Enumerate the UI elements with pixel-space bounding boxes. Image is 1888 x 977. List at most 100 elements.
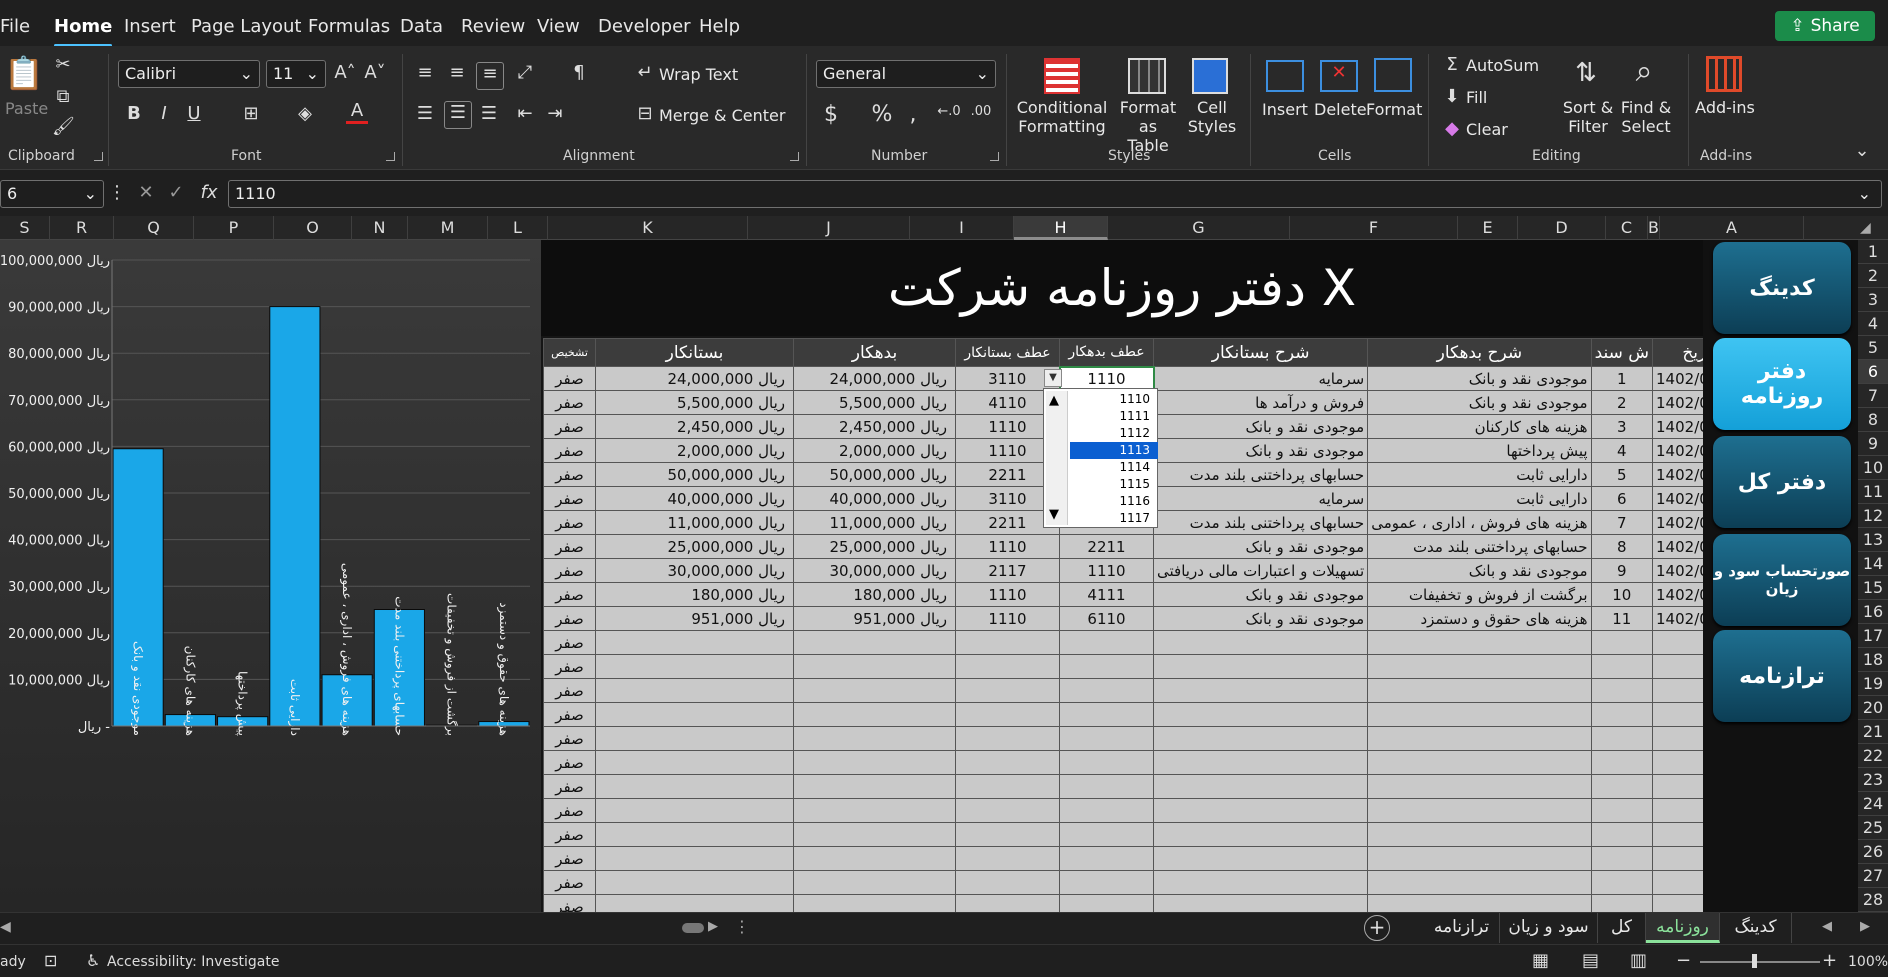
cell-sharh-bedehkar[interactable] [1367,678,1592,703]
dropdown-option[interactable]: 1111 [1070,408,1158,425]
italic-icon[interactable]: I [154,103,174,124]
header-atf-bedehkar[interactable]: عطف بدهکار [1059,338,1154,367]
cell-tashkhis[interactable]: صفر [543,726,596,751]
cell-atf-bedehkar[interactable] [1059,702,1154,727]
column-header-d[interactable]: D [1518,216,1606,240]
cell-atf-bedehkar[interactable]: 1110 [1059,558,1154,583]
column-header-i[interactable]: I [910,216,1014,240]
row-header[interactable]: 22 [1858,744,1888,768]
cell-sanad[interactable] [1590,870,1654,895]
row-header[interactable]: 4 [1858,312,1888,336]
cell-sharh-bedehkar[interactable]: دارایی ثابت [1367,486,1592,511]
cell-sharh-bedehkar[interactable] [1367,750,1592,775]
dropdown-option[interactable]: 1112 [1070,425,1158,442]
cell-sharh-bestankar[interactable]: فروش و درآمد ها [1152,390,1369,415]
row-header[interactable]: 6 [1858,360,1888,384]
cell-sanad[interactable]: 8 [1590,534,1654,559]
cell-tashkhis[interactable]: صفر [543,582,596,607]
cell-sanad[interactable]: 3 [1590,414,1654,439]
cell-bedehkar[interactable]: ریال 30,000,000 [793,558,956,583]
fill-button[interactable]: Fill [1466,88,1487,107]
cell-sanad[interactable]: 4 [1590,438,1654,463]
cell-tashkhis[interactable]: صفر [543,438,596,463]
cell-bestankar[interactable] [595,798,794,823]
cell-atf-bestankar[interactable] [955,630,1060,655]
cell-bedehkar[interactable]: ریال 50,000,000 [793,462,956,487]
zoom-level[interactable]: 100% [1848,954,1888,970]
format-painter-icon[interactable]: 🖌 [52,116,75,137]
cell-bestankar[interactable]: ریال 40,000,000 [595,486,794,511]
text-direction-icon[interactable]: ¶ [568,62,590,83]
cell-sharh-bedehkar[interactable] [1367,774,1592,799]
cell-sharh-bedehkar[interactable] [1367,846,1592,871]
merge-center-icon[interactable]: ⊟ [634,103,656,124]
cell-tashkhis[interactable]: صفر [543,414,596,439]
name-box[interactable]: 6 ⌄ [0,180,104,208]
cell-atf-bestankar[interactable] [955,678,1060,703]
row-header[interactable]: 11 [1858,480,1888,504]
cell-bedehkar[interactable] [793,798,956,823]
column-header-e[interactable]: E [1458,216,1518,240]
cell-sharh-bestankar[interactable] [1152,702,1369,727]
cell-sharh-bestankar[interactable]: موجودی نقد و بانک [1152,534,1369,559]
column-header-p[interactable]: P [194,216,274,240]
underline-icon[interactable]: U [184,103,204,124]
cell-atf-bestankar[interactable] [955,750,1060,775]
alignment-dialog-launcher[interactable] [790,152,799,161]
cell-bestankar[interactable] [595,870,794,895]
row-header[interactable]: 26 [1858,840,1888,864]
cell-bedehkar[interactable]: ریال 2,000,000 [793,438,956,463]
tab-file[interactable]: File [0,16,30,37]
cell-atf-bedehkar[interactable] [1059,630,1154,655]
row-header[interactable]: 23 [1858,768,1888,792]
comma-icon[interactable]: , [904,102,922,127]
cell-atf-bestankar[interactable] [955,798,1060,823]
header-atf-bestankar[interactable]: عطف بستانکار [955,338,1060,367]
cell-bedehkar[interactable] [793,822,956,847]
formula-input[interactable]: 1110 ⌄ [228,180,1882,208]
row-header[interactable]: 7 [1858,384,1888,408]
cell-bestankar[interactable]: ریال 11,000,000 [595,510,794,535]
cell-bedehkar[interactable]: ریال 5,500,000 [793,390,956,415]
cell-sanad[interactable] [1590,702,1654,727]
cell-sharh-bedehkar[interactable]: هزینه های حقوق و دستمزد [1367,606,1592,631]
tab-developer[interactable]: Developer [598,16,691,37]
header-tashkhis[interactable]: تشخیص [543,338,596,367]
cell-bestankar[interactable]: ریال 2,450,000 [595,414,794,439]
cell-atf-bedehkar[interactable] [1059,822,1154,847]
number-format-select[interactable]: General ⌄ [816,60,996,88]
align-center-icon[interactable]: ☰ [444,101,472,129]
cell-sharh-bestankar[interactable]: موجودی نقد و بانک [1152,606,1369,631]
paste-label[interactable]: Paste [5,99,48,118]
cell-sharh-bedehkar[interactable]: هزینه های کارکنان [1367,414,1592,439]
row-header[interactable]: 25 [1858,816,1888,840]
cell-sharh-bedehkar[interactable] [1367,726,1592,751]
cell-sharh-bestankar[interactable]: حسابهای پرداختنی بلند مدت [1152,510,1369,535]
cell-sharh-bestankar[interactable] [1152,774,1369,799]
tab-home[interactable]: Home [54,16,113,47]
cell-tashkhis[interactable]: صفر [543,366,596,391]
cell-tashkhis[interactable]: صفر [543,678,596,703]
column-header-s[interactable]: S [0,216,50,240]
row-header[interactable]: 16 [1858,600,1888,624]
cell-bedehkar[interactable] [793,846,956,871]
column-header-n[interactable]: N [352,216,408,240]
add-sheet-icon[interactable]: + [1364,915,1390,941]
cell-bestankar[interactable]: ریال 25,000,000 [595,534,794,559]
zoom-slider[interactable] [1700,961,1820,963]
tab-data[interactable]: Data [400,16,443,37]
cell-sharh-bestankar[interactable]: تسهیلات و اعتبارات مالی دریافتی [1152,558,1369,583]
add-ins-icon[interactable] [1706,56,1742,92]
row-header[interactable]: 3 [1858,288,1888,312]
cell-atf-bestankar[interactable]: 1110 [955,582,1060,607]
cell-sanad[interactable] [1590,630,1654,655]
format-cells-button[interactable]: Format [1366,100,1422,119]
cell-sharh-bestankar[interactable]: سرمایه [1152,366,1369,391]
cell-sharh-bestankar[interactable] [1152,846,1369,871]
validation-dropdown[interactable]: ▲ ▼ 1110 1111 1112 1113 1114 1115 1116 1117 [1043,388,1158,528]
cell-sharh-bestankar[interactable]: سرمایه [1152,486,1369,511]
cell-tashkhis[interactable]: صفر [543,798,596,823]
cell-bedehkar[interactable] [793,678,956,703]
sort-filter-icon[interactable]: ⇅ [1566,58,1606,88]
cell-atf-bedehkar[interactable]: 1110 [1058,365,1155,392]
